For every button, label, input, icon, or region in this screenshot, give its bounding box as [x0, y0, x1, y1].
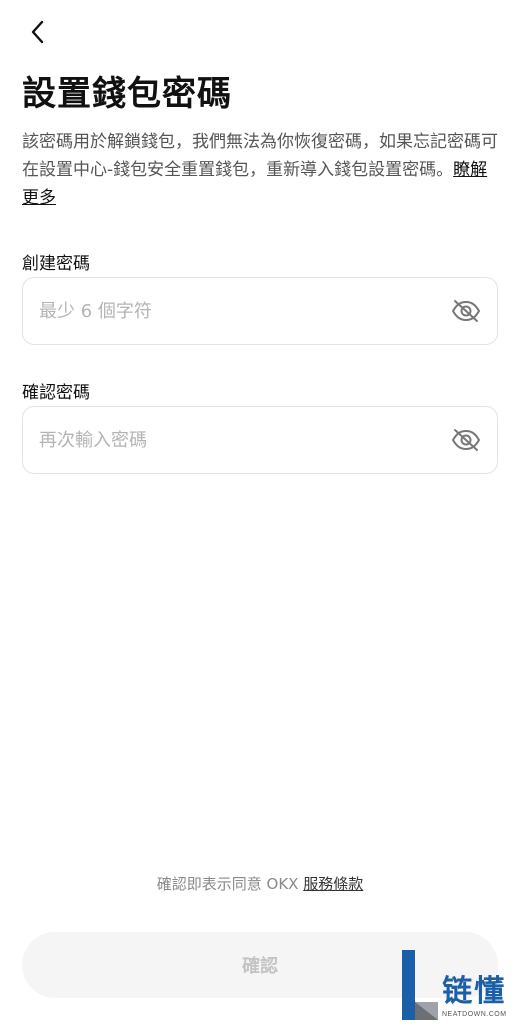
- create-password-input[interactable]: [39, 300, 449, 322]
- watermark-brand-en: NEATDOWN.COM: [442, 1011, 507, 1018]
- page-title: 設置錢包密碼: [22, 74, 232, 114]
- create-password-visibility-toggle[interactable]: [449, 294, 483, 328]
- eye-off-icon: [451, 429, 481, 451]
- neatdown-logo-icon: [402, 950, 438, 1020]
- terms-text: 確認即表示同意 OKX: [156, 875, 304, 893]
- terms-notice: 確認即表示同意 OKX 服務條款: [0, 873, 520, 894]
- watermark-brand-cn: 链懂: [442, 974, 507, 1009]
- watermark: 链懂 NEATDOWN.COM: [402, 948, 514, 1020]
- confirm-password-label: 確認密碼: [22, 383, 90, 403]
- confirm-password-field-container: [22, 406, 498, 474]
- chevron-left-icon: [31, 20, 44, 44]
- description-text: 該密碼用於解鎖錢包，我們無法為你恢復密碼，如果忘記密碼可在設置中心-錢包安全重置…: [22, 128, 498, 212]
- confirm-password-input[interactable]: [39, 429, 449, 451]
- eye-off-icon: [451, 300, 481, 322]
- back-button[interactable]: [18, 12, 58, 52]
- create-password-field-container: [22, 277, 498, 345]
- confirm-password-visibility-toggle[interactable]: [449, 423, 483, 457]
- description-body: 該密碼用於解鎖錢包，我們無法為你恢復密碼，如果忘記密碼可在設置中心-錢包安全重置…: [22, 132, 498, 180]
- set-wallet-password-screen: 設置錢包密碼 該密碼用於解鎖錢包，我們無法為你恢復密碼，如果忘記密碼可在設置中心…: [0, 0, 520, 1024]
- terms-of-service-link[interactable]: 服務條款: [303, 875, 363, 893]
- create-password-label: 創建密碼: [22, 254, 90, 274]
- watermark-text: 链懂 NEATDOWN.COM: [442, 973, 507, 1018]
